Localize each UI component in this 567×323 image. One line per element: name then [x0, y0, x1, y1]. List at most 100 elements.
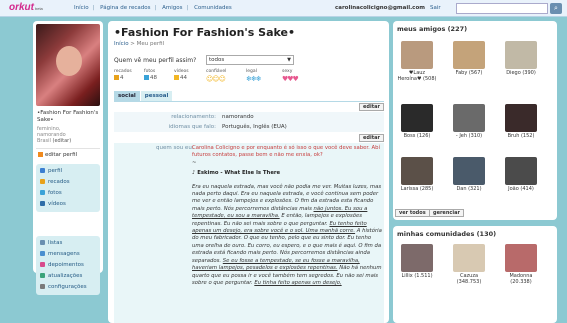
- profile-icon: [40, 168, 45, 173]
- nav-friends-link[interactable]: Amigos: [162, 5, 182, 11]
- left-sidebar: •Fashion For Fashion's Sake• feminino, n…: [33, 21, 103, 295]
- menu-item-scraps[interactable]: recados: [36, 177, 100, 188]
- stat-trusty: confiável ☺☺☺: [206, 69, 227, 83]
- community-card[interactable]: Cazuza (348.753): [449, 244, 489, 285]
- friend-avatar[interactable]: [453, 41, 485, 69]
- view-as-label: Quem vê meu perfil assim?: [114, 57, 197, 64]
- friend-avatar[interactable]: [401, 41, 433, 69]
- menu-item-messages[interactable]: mensagens: [36, 249, 100, 260]
- page-title: •Fashion For Fashion's Sake•: [114, 26, 296, 39]
- nav-communities-link[interactable]: Comunidades: [194, 5, 232, 11]
- profile-photo[interactable]: [36, 24, 100, 106]
- friend-avatar[interactable]: [453, 157, 485, 185]
- friend-avatar[interactable]: [505, 157, 537, 185]
- tab-social[interactable]: social: [114, 91, 140, 101]
- settings-icon: [40, 284, 45, 289]
- community-thumbnail[interactable]: [453, 244, 485, 272]
- top-nav: Início | Página de recados | Amigos | Comun…: [74, 5, 232, 11]
- friend-avatar[interactable]: [505, 104, 537, 132]
- stat-photos[interactable]: fotos 48: [144, 69, 157, 81]
- menu-item-videos[interactable]: vídeos: [36, 199, 100, 210]
- photo-icon: [40, 190, 45, 195]
- profile-country: Brasil: [37, 138, 51, 144]
- friend-card[interactable]: Bruh (152): [501, 104, 541, 139]
- friend-avatar[interactable]: [453, 104, 485, 132]
- breadcrumb-home[interactable]: Início: [114, 41, 129, 47]
- friend-card[interactable]: ♥Lauz Heroína♥ (508): [397, 41, 437, 82]
- song-title: ♪ Eskimo - What Else Is There: [192, 170, 281, 177]
- scrap-icon: [114, 75, 119, 80]
- stat-cool: legal ❄❄❄: [246, 69, 262, 83]
- communities-panel: minhas comunidades (130) Lillix (1.511) …: [393, 226, 557, 323]
- profile-info: feminino, namorando Brasil (editar): [37, 126, 101, 144]
- friends-panel: meus amigos (227) ♥Lauz Heroína♥ (508) F…: [393, 21, 557, 220]
- search-icon[interactable]: ⌕: [550, 3, 562, 14]
- message-icon: [40, 251, 45, 256]
- profile-name: •Fashion For Fashion's Sake•: [37, 110, 99, 123]
- edit-about-button[interactable]: editar: [359, 134, 384, 142]
- updates-icon: [40, 273, 45, 278]
- chevron-down-icon: ▼: [287, 57, 291, 63]
- communities-title[interactable]: minhas comunidades (130): [397, 230, 496, 238]
- fan-icon: [174, 75, 179, 80]
- about-me-label: quem sou eu:: [156, 145, 194, 151]
- friend-card[interactable]: Faby (567): [449, 41, 489, 76]
- friend-card[interactable]: Dan (321): [449, 157, 489, 192]
- profile-main: •Fashion For Fashion's Sake• Início > Me…: [108, 21, 389, 323]
- friend-card[interactable]: Diego (390): [501, 41, 541, 76]
- friend-card[interactable]: João (414): [501, 157, 541, 192]
- menu-item-lists[interactable]: listas: [36, 238, 100, 249]
- tab-divider: [114, 101, 384, 102]
- breadcrumb: Início > Meu perfil: [114, 41, 165, 47]
- about-me-section: quem sou eu: Carolina Colicigno e por en…: [114, 143, 384, 323]
- menu-item-updates[interactable]: atualizações: [36, 271, 100, 282]
- stat-scraps[interactable]: recados 4: [114, 69, 132, 81]
- top-bar: orkutbeta Início | Página de recados | Ami…: [0, 0, 567, 17]
- breadcrumb-current: Meu perfil: [136, 41, 165, 47]
- profile-tabs: social pessoal: [114, 91, 173, 101]
- friend-card[interactable]: Larissa (285): [397, 157, 437, 192]
- menu-item-photos[interactable]: fotos: [36, 188, 100, 199]
- menu-item-profile[interactable]: perfil: [36, 166, 100, 177]
- user-email: carolinacolicigno@gmail.com: [335, 5, 425, 11]
- menu-item-settings[interactable]: configurações: [36, 282, 100, 293]
- community-card[interactable]: Madonna (20.338): [501, 244, 541, 285]
- edit-social-button[interactable]: editar: [359, 103, 384, 111]
- community-thumbnail[interactable]: [401, 244, 433, 272]
- tab-personal[interactable]: pessoal: [140, 91, 173, 101]
- about-me-text: Carolina Colicigno e por enquanto é só i…: [192, 145, 384, 287]
- profile-stats: recados 4 fotos 48 vídeos 44 confiável ☺☺☺ l…: [114, 69, 314, 89]
- photo-icon: [144, 75, 149, 80]
- nav-scrapbook-link[interactable]: Página de recados: [100, 5, 150, 11]
- video-icon: [40, 201, 45, 206]
- manage-friends-button[interactable]: gerenciar: [429, 209, 464, 217]
- search-input[interactable]: [456, 3, 548, 14]
- beta-badge: beta: [35, 6, 43, 11]
- edit-icon: [38, 152, 43, 157]
- field-languages: idiomas que falo: Português, Inglês (EUA): [114, 122, 384, 132]
- friend-avatar[interactable]: [401, 104, 433, 132]
- stat-videos[interactable]: vídeos 44: [174, 69, 189, 81]
- friend-card[interactable]: Boss (126): [397, 104, 437, 139]
- friend-avatar[interactable]: [505, 41, 537, 69]
- scrap-icon: [40, 179, 45, 184]
- account-menu: listas mensagens depoimentos atualizaçõe…: [36, 236, 100, 295]
- logout-link[interactable]: Sair: [430, 5, 441, 11]
- nav-home-link[interactable]: Início: [74, 5, 89, 11]
- menu-item-testimonials[interactable]: depoimentos: [36, 260, 100, 271]
- community-thumbnail[interactable]: [505, 244, 537, 272]
- list-icon: [40, 240, 45, 245]
- orkut-logo[interactable]: orkutbeta: [9, 2, 43, 13]
- view-as-select[interactable]: todos ▼: [206, 55, 294, 65]
- community-card[interactable]: Lillix (1.511): [397, 244, 437, 279]
- testimonial-icon: [40, 262, 45, 267]
- stat-sexy: sexy ♥♥♥: [282, 69, 299, 83]
- profile-menu: perfil recados fotos vídeos: [36, 164, 100, 212]
- see-all-friends-button[interactable]: ver todos: [395, 209, 430, 217]
- friend-card[interactable]: - Jeh (310): [449, 104, 489, 139]
- edit-profile-link[interactable]: editar perfil: [36, 148, 100, 158]
- field-relationship: relacionamento: namorando: [114, 112, 384, 122]
- edit-country-link[interactable]: (editar): [53, 138, 72, 144]
- friends-title[interactable]: meus amigos (227): [397, 25, 467, 33]
- friend-avatar[interactable]: [401, 157, 433, 185]
